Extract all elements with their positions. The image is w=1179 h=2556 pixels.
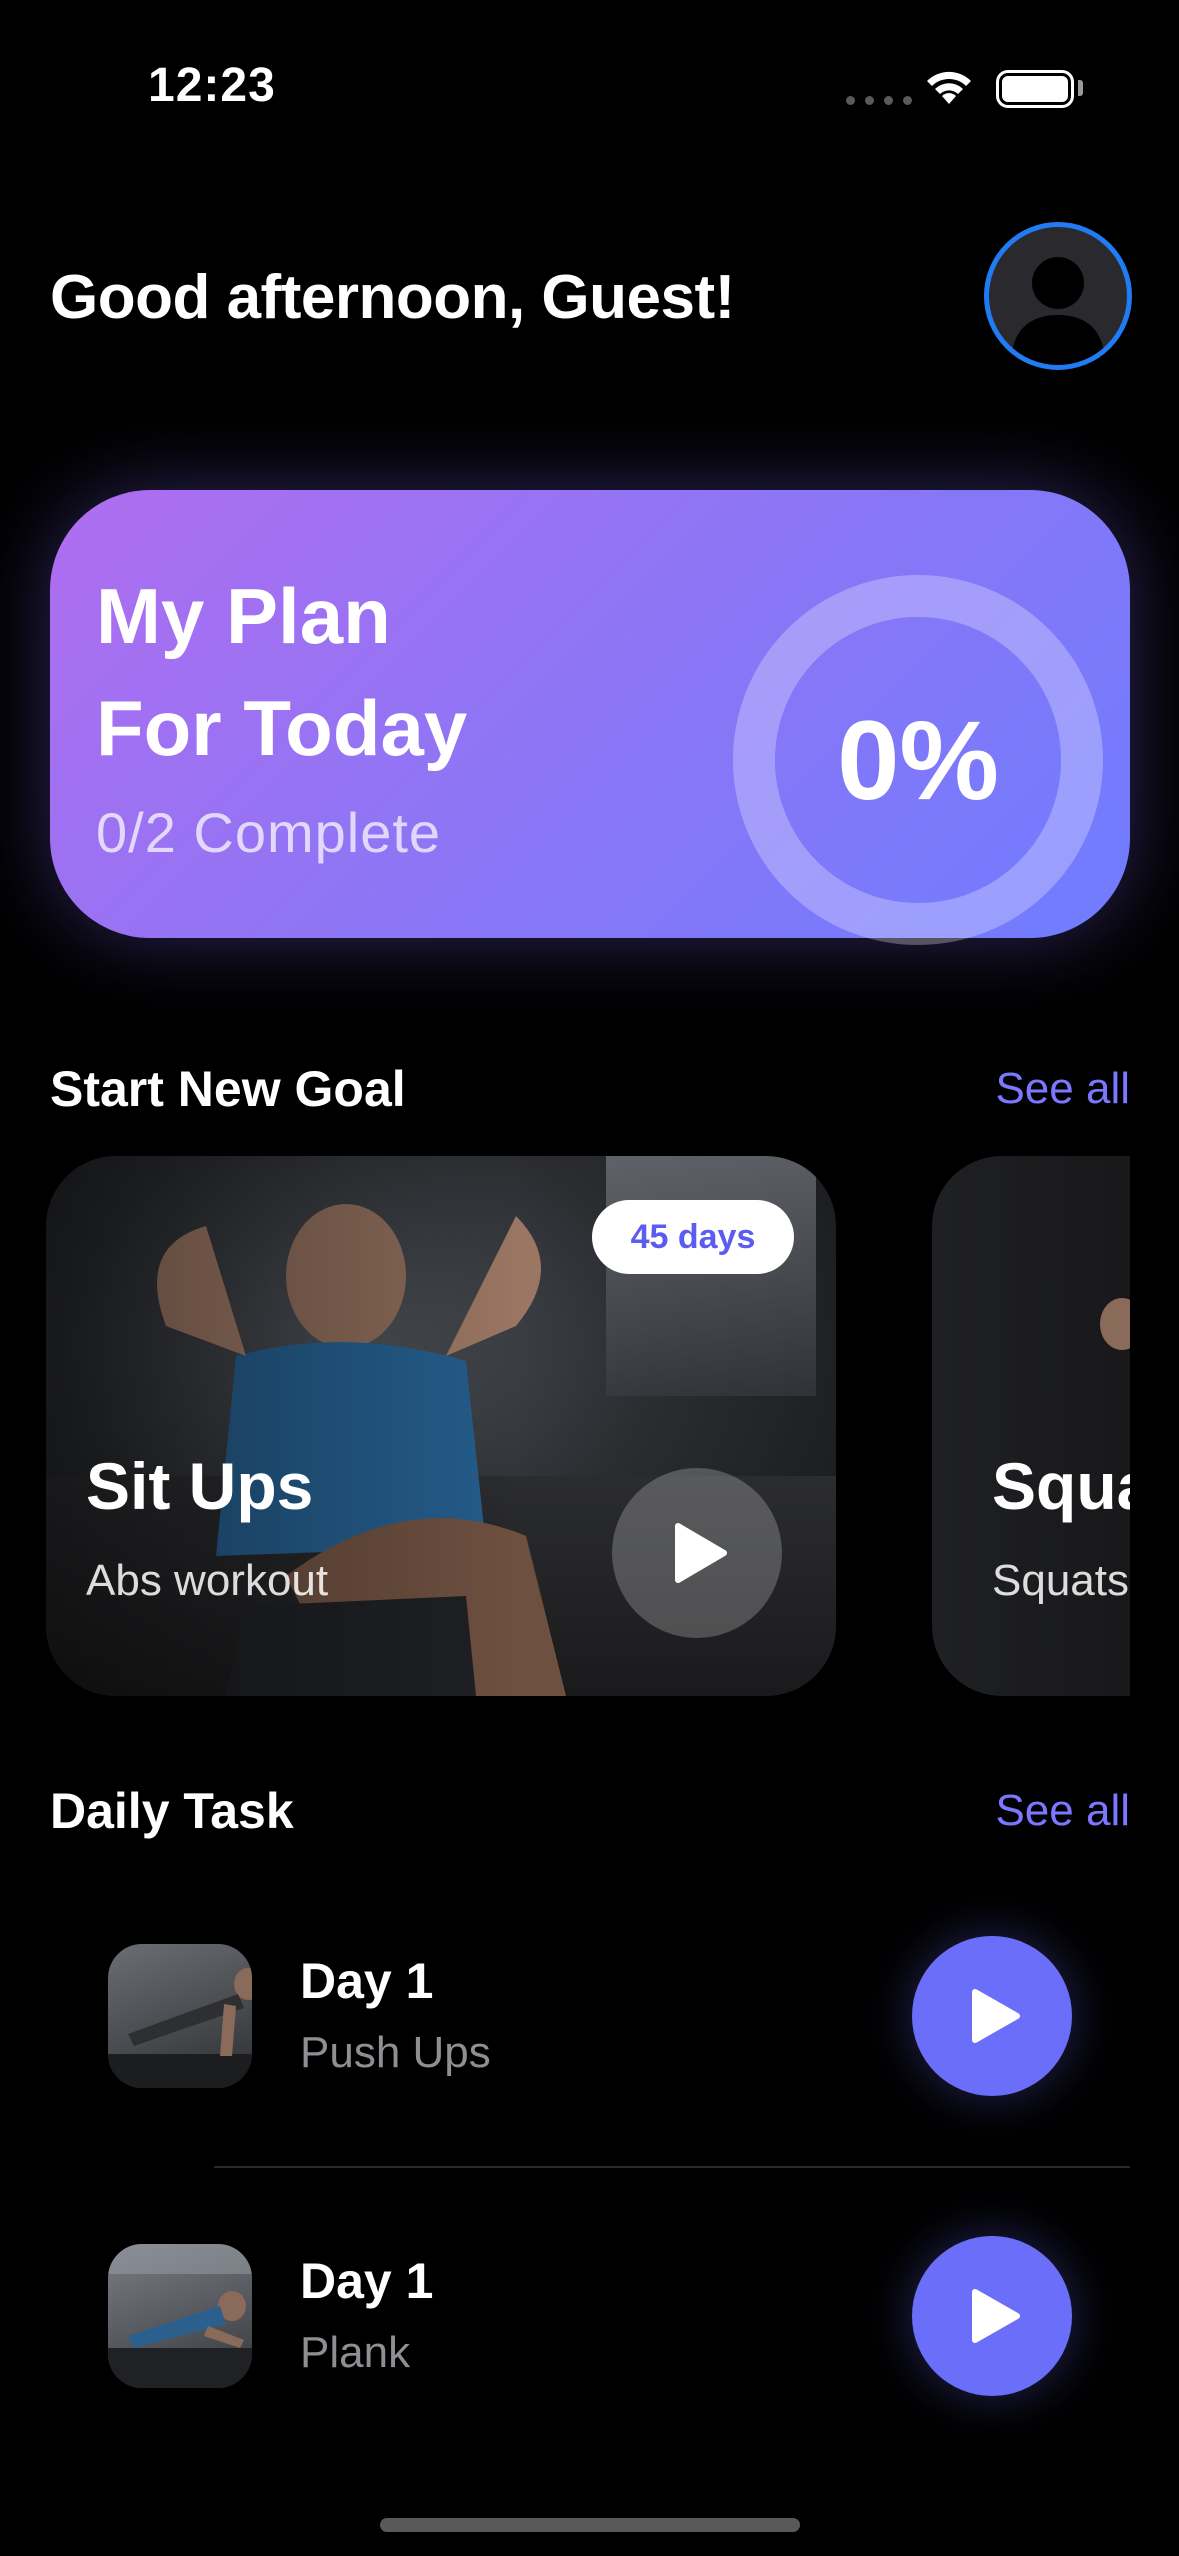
squats-photo (1100, 1298, 1130, 1350)
plan-title-line1: My Plan (96, 572, 391, 660)
greeting-title: Good afternoon, Guest! (50, 263, 735, 332)
plank-photo (108, 2244, 252, 2388)
task-thumbnail (108, 1944, 252, 2088)
tasks-see-all-link[interactable]: See all (900, 1786, 1130, 1836)
battery-cap (1078, 80, 1083, 96)
plan-title: My Plan For Today (96, 560, 467, 784)
goal-play-button[interactable] (612, 1468, 782, 1638)
task-play-button[interactable] (912, 1936, 1072, 2096)
duration-badge: 45 days (592, 1200, 794, 1274)
task-play-button[interactable] (912, 2236, 1072, 2396)
section-title-daily-task: Daily Task (50, 1783, 294, 1839)
push-ups-photo (108, 1968, 252, 2088)
goal-card-squats[interactable] (932, 1156, 1130, 1696)
home-indicator (380, 2518, 800, 2532)
task-name: Push Ups (300, 2028, 491, 2077)
section-title-goals: Start New Goal (50, 1061, 406, 1117)
goal-card-title: Squa (992, 1449, 1130, 1523)
plan-title-line2: For Today (96, 684, 468, 772)
battery-icon (996, 70, 1074, 108)
play-icon (675, 1523, 727, 1583)
status-time: 12:23 (148, 59, 276, 112)
signal-icon (846, 96, 912, 105)
progress-percent: 0% (837, 697, 999, 823)
task-thumbnail (108, 2244, 252, 2388)
plan-progress-text: 0/2 Complete (96, 801, 442, 864)
avatar[interactable] (984, 222, 1132, 370)
goal-card-subtitle: Abs workout (86, 1556, 329, 1605)
task-day: Day 1 (300, 2253, 434, 2309)
play-icon (972, 1989, 1020, 2043)
task-day: Day 1 (300, 1953, 434, 2009)
goals-see-all-link[interactable]: See all (900, 1064, 1130, 1114)
user-icon (1011, 257, 1105, 365)
goal-card-squats-clip[interactable]: Squa Squats (932, 1156, 1130, 1696)
task-name: Plank (300, 2328, 411, 2377)
goal-card-subtitle: Squats (992, 1556, 1129, 1605)
divider (214, 2166, 1130, 2168)
goal-card-title: Sit Ups (86, 1449, 314, 1523)
play-icon (972, 2289, 1020, 2343)
wifi-icon (922, 64, 976, 113)
